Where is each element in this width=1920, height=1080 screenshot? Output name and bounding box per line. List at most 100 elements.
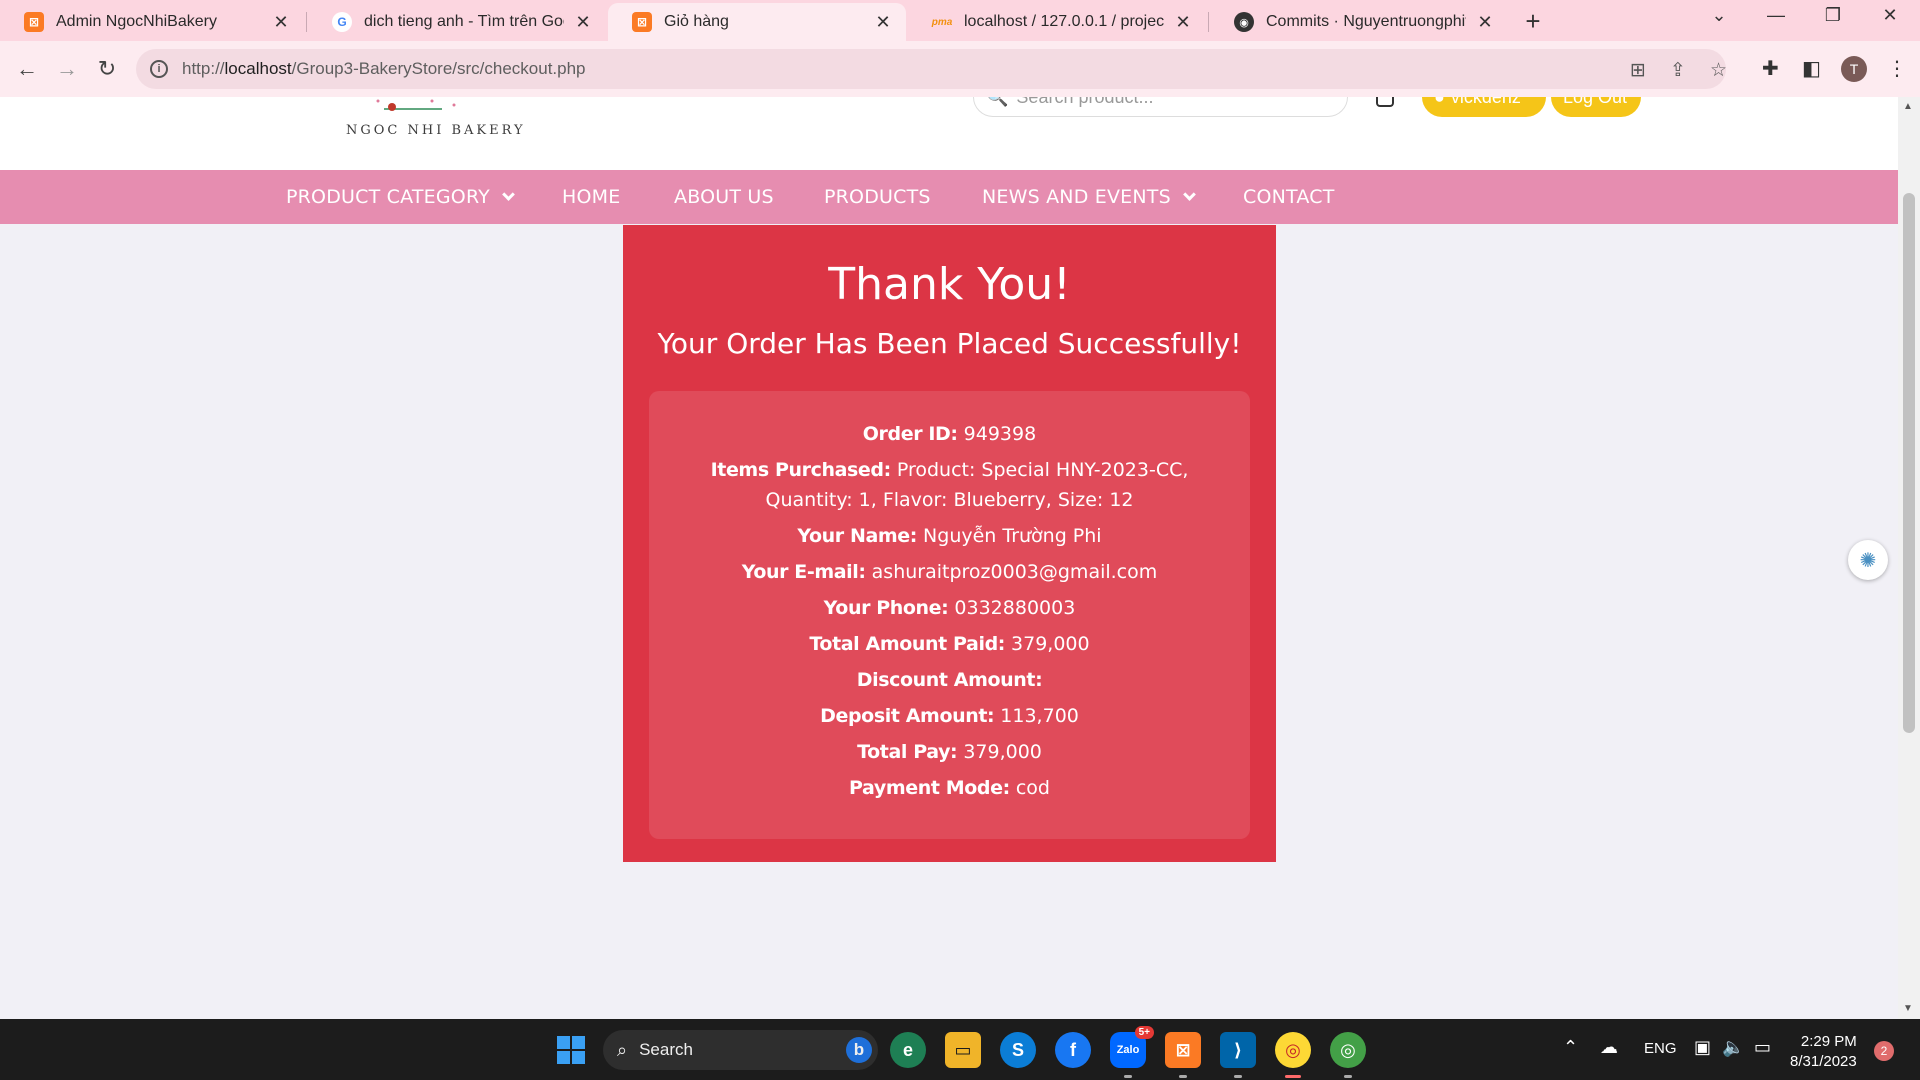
taskbar-clock[interactable]: 2:29 PM 8/31/2023 [1790,1032,1857,1072]
cart-bag-icon[interactable] [1376,97,1394,107]
chrome-icon[interactable]: ◎ [1275,1032,1311,1078]
total-paid-label: Total Amount Paid: [809,633,1005,655]
bookmark-star-icon[interactable]: ☆ [1710,59,1727,82]
side-panel-icon[interactable]: ◧ [1802,56,1821,81]
zalo-icon[interactable]: Zalo 5+ [1110,1026,1154,1078]
email-label: Your E-mail: [741,561,866,583]
taskbar-search-label: Search [639,1040,693,1059]
xampp-icon[interactable]: ⊠ [1165,1032,1201,1078]
scroll-up-icon[interactable]: ▲ [1903,101,1913,112]
name-label: Your Name: [797,525,917,547]
main-navbar: PRODUCT CATEGORY HOME ABOUT US PRODUCTS … [0,170,1898,224]
bing-icon[interactable]: b [846,1037,872,1063]
nav-products[interactable]: PRODUCTS [824,170,931,224]
nav-about[interactable]: ABOUT US [674,170,774,224]
close-icon[interactable]: ✕ [874,12,892,33]
new-tab-icon[interactable]: + [1518,6,1548,37]
language-indicator[interactable]: ENG [1644,1040,1677,1057]
volume-icon[interactable]: 🔈 [1722,1037,1744,1058]
windows-start-icon[interactable] [553,1032,589,1068]
floating-assistant-icon[interactable]: ✺ [1848,540,1888,580]
name-row: Your Name: Nguyễn Trường Phi [649,521,1250,551]
edge-icon[interactable]: e [890,1032,926,1068]
tab-search-chevron-icon[interactable]: ⌄ [1699,5,1739,26]
thank-you-title: Thank You! [828,259,1071,310]
network-icon[interactable]: ▣ [1694,1037,1711,1058]
restore-icon[interactable]: ❐ [1813,5,1853,26]
extensions-puzzle-icon[interactable]: ✚ [1762,56,1779,81]
browser-toolbar: ← → ↻ i http://localhost/Group3-BakerySt… [0,41,1920,97]
minimize-icon[interactable]: — [1756,5,1796,26]
share-icon[interactable]: ⇪ [1670,59,1686,82]
scroll-down-icon[interactable]: ▼ [1903,1003,1913,1014]
user-icon: ● [1434,97,1445,108]
tab-cart[interactable]: ⊠ Giỏ hàng ✕ [608,3,906,41]
nav-home[interactable]: HOME [562,170,620,224]
browser-menu-icon[interactable]: ⋮ [1887,56,1907,81]
phone-row: Your Phone: 0332880003 [649,593,1250,623]
deposit-value: 113,700 [1000,705,1079,727]
logo-text[interactable]: NGOC NHI BAKERY [346,123,526,138]
translate-icon[interactable]: ⊞ [1630,59,1646,82]
scroll-thumb[interactable] [1903,193,1915,733]
tray-chevron-up-icon[interactable]: ⌃ [1563,1037,1578,1058]
notification-badge[interactable]: 2 [1874,1041,1894,1061]
phpmyadmin-icon: pma [931,16,953,28]
chrome-profile-icon[interactable]: ◎ [1330,1032,1366,1078]
order-success-subtitle: Your Order Has Been Placed Successfully! [657,327,1242,360]
zalo-badge: 5+ [1134,1026,1154,1039]
clock-time: 2:29 PM [1800,1033,1857,1050]
nav-news-events[interactable]: NEWS AND EVENTS [982,170,1196,224]
battery-icon[interactable]: ▭ [1754,1037,1771,1058]
forward-arrow-icon[interactable]: → [51,53,83,85]
window-close-icon[interactable]: ✕ [1870,5,1910,26]
chevron-down-icon [1183,188,1196,201]
search-icon: ⌕ [617,1039,628,1060]
profile-avatar[interactable]: T [1841,56,1867,82]
windows-taskbar: ⌕ Search b e ▭ S f Zalo 5+ ⊠ ⟩ ◎ ◎ ⌃ ☁ EN… [0,1019,1920,1080]
close-icon[interactable]: ✕ [1174,12,1192,33]
order-id-value: 949398 [963,423,1037,445]
clock-date: 8/31/2023 [1790,1053,1857,1070]
user-account-button[interactable]: ● vickdenz [1422,97,1546,117]
address-bar[interactable]: i http://localhost/Group3-BakeryStore/sr… [136,49,1727,89]
payment-mode-label: Payment Mode: [849,777,1010,799]
phone-label: Your Phone: [823,597,949,619]
nav-product-category-label: PRODUCT CATEGORY [286,186,490,208]
taskbar-search[interactable]: ⌕ Search b [603,1030,878,1070]
tab-admin[interactable]: ⊠ Admin NgocNhiBakery ✕ [0,3,304,41]
order-id-row: Order ID: 949398 [649,419,1250,449]
total-pay-value: 379,000 [963,741,1042,763]
discount-row: Discount Amount: [649,665,1250,695]
vscode-icon[interactable]: ⟩ [1220,1032,1256,1078]
github-icon: ◉ [1234,12,1254,32]
facebook-icon[interactable]: f [1055,1032,1091,1068]
tab-github[interactable]: ◉ Commits · Nguyentruongphivold ✕ [1210,3,1508,41]
nav-contact[interactable]: CONTACT [1243,170,1335,224]
skype-icon[interactable]: S [1000,1032,1036,1068]
close-icon[interactable]: ✕ [574,12,592,33]
file-explorer-icon[interactable]: ▭ [945,1032,981,1068]
deposit-label: Deposit Amount: [820,705,995,727]
search-icon: 🔍 [986,97,1008,108]
tab-google[interactable]: G dich tieng anh - Tìm trên Google ✕ [308,3,606,41]
payment-mode-row: Payment Mode: cod [649,773,1250,803]
url-prefix: http:// [182,59,225,78]
tab-phpmyadmin[interactable]: pma localhost / 127.0.0.1 / projecthk2 ✕ [908,3,1206,41]
site-info-icon[interactable]: i [150,60,168,78]
back-arrow-icon[interactable]: ← [11,53,43,85]
logo-graphic[interactable] [372,97,472,117]
page-scrollbar[interactable]: ▲ ▼ [1898,97,1920,1019]
total-pay-label: Total Pay: [857,741,958,763]
nav-product-category[interactable]: PRODUCT CATEGORY [286,170,515,224]
tab-title: Giỏ hàng [664,13,729,30]
total-paid-value: 379,000 [1011,633,1090,655]
close-icon[interactable]: ✕ [272,12,290,33]
browser-tab-bar: ⊠ Admin NgocNhiBakery ✕ G dich tieng anh… [0,0,1920,41]
reload-icon[interactable]: ↻ [91,53,123,85]
product-search-input[interactable]: 🔍 Search product... [973,97,1348,117]
logout-button[interactable]: Log Out [1551,97,1641,117]
xampp-icon: ⊠ [632,12,652,32]
onedrive-cloud-icon[interactable]: ☁ [1600,1037,1618,1058]
close-icon[interactable]: ✕ [1476,12,1494,33]
